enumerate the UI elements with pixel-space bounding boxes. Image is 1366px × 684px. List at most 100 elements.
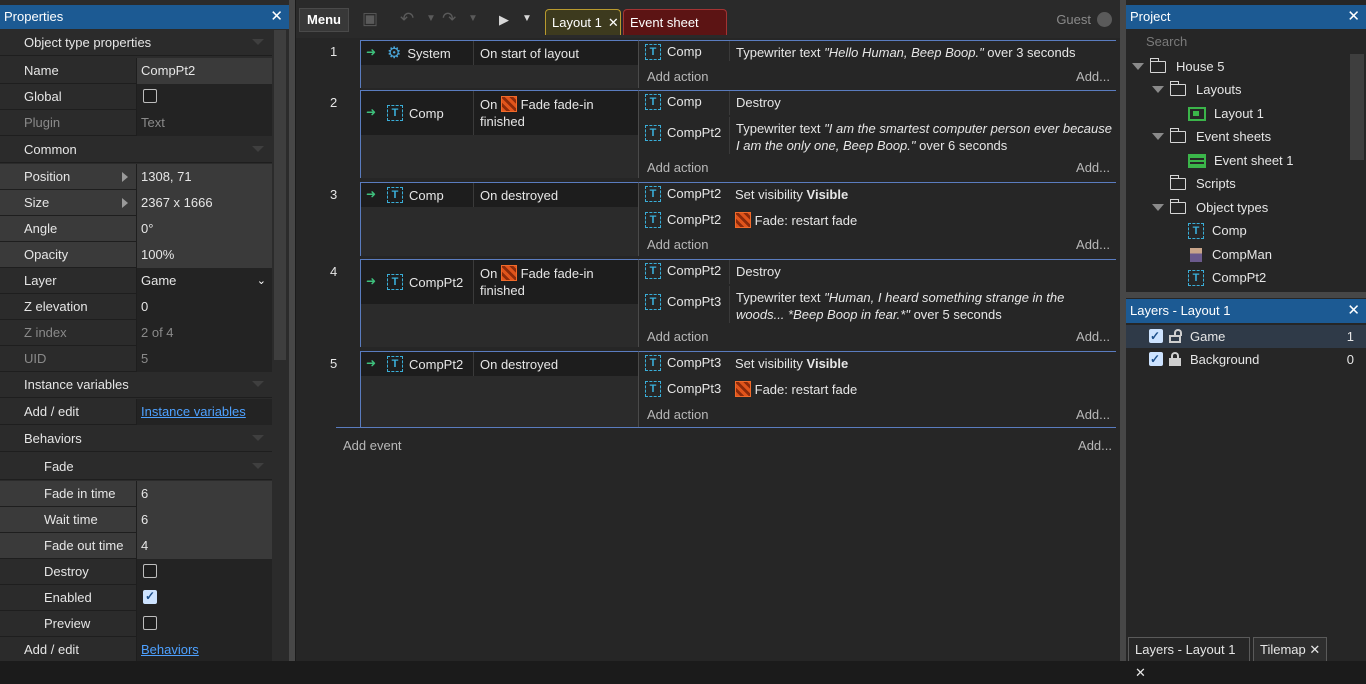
name-value[interactable]: CompPt2 xyxy=(136,58,272,84)
chevron-down-icon[interactable] xyxy=(1132,63,1144,70)
collapse-chevron-icon[interactable] xyxy=(252,39,264,45)
redo-icon[interactable]: ↷ xyxy=(442,9,456,29)
user-account[interactable]: Guest xyxy=(1056,12,1112,27)
close-icon[interactable]: ✕ xyxy=(1347,5,1360,29)
fade-in-value[interactable]: 6 xyxy=(136,481,272,507)
category-common[interactable]: Common xyxy=(0,137,272,163)
instance-variables-link[interactable]: Instance variables xyxy=(141,404,246,419)
panel-splitter[interactable] xyxy=(289,0,295,661)
size-value[interactable]: 2367 x 1666 xyxy=(136,190,272,216)
close-icon[interactable]: ✕ xyxy=(270,5,283,29)
action[interactable]: T Comp Typewriter text "Hello Human, Beep… xyxy=(639,41,1117,65)
condition-block[interactable]: ➜ T CompPt2 On destroyed xyxy=(360,351,639,427)
condition-block[interactable]: ➜ ⚙ System On start of layout xyxy=(360,40,639,88)
tree-item-event-sheets[interactable]: Event sheets xyxy=(1152,125,1271,148)
tree-item-scripts[interactable]: Scripts xyxy=(1169,172,1236,195)
tree-item-compman[interactable]: CompMan xyxy=(1190,243,1272,266)
category-fade[interactable]: Fade xyxy=(0,454,272,480)
angle-value[interactable]: 0° xyxy=(136,216,272,242)
global-checkbox[interactable] xyxy=(143,89,157,103)
wait-time-value[interactable]: 6 xyxy=(136,507,272,533)
add-more-link[interactable]: Add... xyxy=(1076,237,1110,252)
condition-block[interactable]: ➜ T Comp On destroyed xyxy=(360,182,639,256)
collapse-chevron-icon[interactable] xyxy=(252,463,264,469)
preview-checkbox[interactable] xyxy=(143,616,157,630)
condition-block[interactable]: ➜ T Comp On Fade fade-in finished xyxy=(360,90,639,178)
add-more-link[interactable]: Add... xyxy=(1076,160,1110,175)
chevron-down-icon[interactable]: ▼ xyxy=(522,13,532,24)
action[interactable]: T CompPt3 Fade: restart fade xyxy=(639,378,1117,402)
add-more-link[interactable]: Add... xyxy=(1076,329,1110,344)
tree-item-comp[interactable]: T Comp xyxy=(1188,219,1247,242)
tab-tilemap[interactable]: Tilemap ✕ xyxy=(1253,637,1327,661)
tab-layout-1[interactable]: Layout 1 ✕ xyxy=(545,9,621,35)
collapse-chevron-icon[interactable] xyxy=(252,435,264,441)
chevron-down-icon[interactable] xyxy=(1152,133,1164,140)
add-action-link[interactable]: Add action xyxy=(647,329,708,344)
lock-icon[interactable] xyxy=(1169,352,1181,366)
search-input[interactable]: Search xyxy=(1126,30,1366,54)
event-row[interactable]: ➜ T Comp On destroyed T CompPt2 Set visibi… xyxy=(360,182,1116,256)
enabled-checkbox[interactable] xyxy=(143,589,157,604)
chevron-down-icon[interactable]: ⌄ xyxy=(257,274,266,287)
tree-item-comppt2[interactable]: T CompPt2 xyxy=(1188,266,1266,289)
expand-arrow-icon[interactable] xyxy=(122,198,128,208)
tree-item-layout-1[interactable]: Layout 1 xyxy=(1188,102,1264,125)
tree-item-layouts[interactable]: Layouts xyxy=(1152,78,1242,101)
tree-item-event-sheet-1[interactable]: Event sheet 1 xyxy=(1188,149,1294,172)
behaviors-link[interactable]: Behaviors xyxy=(141,642,199,657)
layer-select[interactable]: Game xyxy=(136,268,272,294)
event-row[interactable]: ➜ T Comp On Fade fade-in finished T Comp D… xyxy=(360,90,1116,178)
add-action-link[interactable]: Add action xyxy=(647,160,708,175)
project-scrollbar[interactable] xyxy=(1350,54,1364,160)
condition[interactable]: ➜ T Comp On destroyed xyxy=(361,183,639,207)
expand-arrow-icon[interactable] xyxy=(122,172,128,182)
menu-button[interactable]: Menu xyxy=(299,8,349,32)
chevron-down-icon[interactable]: ▼ xyxy=(468,13,478,24)
zelevation-value[interactable]: 0 xyxy=(136,294,272,320)
event-row[interactable]: ➜ T CompPt2 On destroyed T CompPt3 Set vis… xyxy=(360,351,1116,427)
action[interactable]: T CompPt2 Destroy xyxy=(639,260,1117,284)
tree-item-object-types[interactable]: Object types xyxy=(1152,196,1268,219)
action[interactable]: T CompPt3 Set visibility Visible xyxy=(639,352,1117,376)
play-icon[interactable]: ▶ xyxy=(499,12,509,28)
action[interactable]: T CompPt2 Typewriter text "I am the smart… xyxy=(639,117,1117,155)
category-behaviors[interactable]: Behaviors xyxy=(0,426,272,452)
category-object-type[interactable]: Object type properties xyxy=(0,30,272,56)
chevron-down-icon[interactable]: ▼ xyxy=(426,13,436,24)
tab-event-sheet-1[interactable]: Event sheet 1✕ xyxy=(623,9,727,55)
unlock-icon[interactable] xyxy=(1169,329,1182,343)
layer-row[interactable]: Game 1 xyxy=(1126,325,1366,348)
tree-item-project[interactable]: House 5 xyxy=(1132,55,1224,78)
add-action-link[interactable]: Add action xyxy=(647,69,708,84)
close-icon[interactable]: ✕ xyxy=(1309,642,1320,657)
close-icon[interactable]: ✕ xyxy=(1135,665,1146,680)
chevron-down-icon[interactable] xyxy=(1152,86,1164,93)
condition[interactable]: ➜ T CompPt2 On destroyed xyxy=(361,352,639,376)
properties-scrollbar[interactable] xyxy=(274,30,286,360)
add-more-link[interactable]: Add... xyxy=(1076,407,1110,422)
fade-out-value[interactable]: 4 xyxy=(136,533,272,559)
layer-visible-checkbox[interactable] xyxy=(1149,325,1163,348)
event-row[interactable]: ➜ ⚙ System On start of layout T Comp Typew… xyxy=(360,40,1116,88)
layer-row[interactable]: Background 0 xyxy=(1126,348,1366,371)
action[interactable]: T CompPt2 Set visibility Visible xyxy=(639,183,1117,207)
action[interactable]: T Comp Destroy xyxy=(639,91,1117,115)
condition[interactable]: ➜ T CompPt2 On Fade fade-in finished xyxy=(361,260,639,304)
undo-icon[interactable]: ↶ xyxy=(400,9,414,29)
close-icon[interactable]: ✕ xyxy=(608,15,619,30)
condition-block[interactable]: ➜ T CompPt2 On Fade fade-in finished xyxy=(360,259,639,347)
add-more-link[interactable]: Add... xyxy=(1078,438,1112,453)
add-action-link[interactable]: Add action xyxy=(647,237,708,252)
collapse-chevron-icon[interactable] xyxy=(252,381,264,387)
condition[interactable]: ➜ T Comp On Fade fade-in finished xyxy=(361,91,639,135)
position-value[interactable]: 1308, 71 xyxy=(136,164,272,190)
tab-layers-layout-1[interactable]: Layers - Layout 1 ✕ xyxy=(1128,637,1250,680)
save-icon[interactable]: ▣ xyxy=(362,9,378,29)
layer-visible-checkbox[interactable] xyxy=(1149,348,1163,371)
chevron-down-icon[interactable] xyxy=(1152,204,1164,211)
opacity-value[interactable]: 100% xyxy=(136,242,272,268)
collapse-chevron-icon[interactable] xyxy=(252,146,264,152)
action[interactable]: T CompPt2 Fade: restart fade xyxy=(639,209,1117,233)
close-icon[interactable]: ✕ xyxy=(1347,299,1360,323)
